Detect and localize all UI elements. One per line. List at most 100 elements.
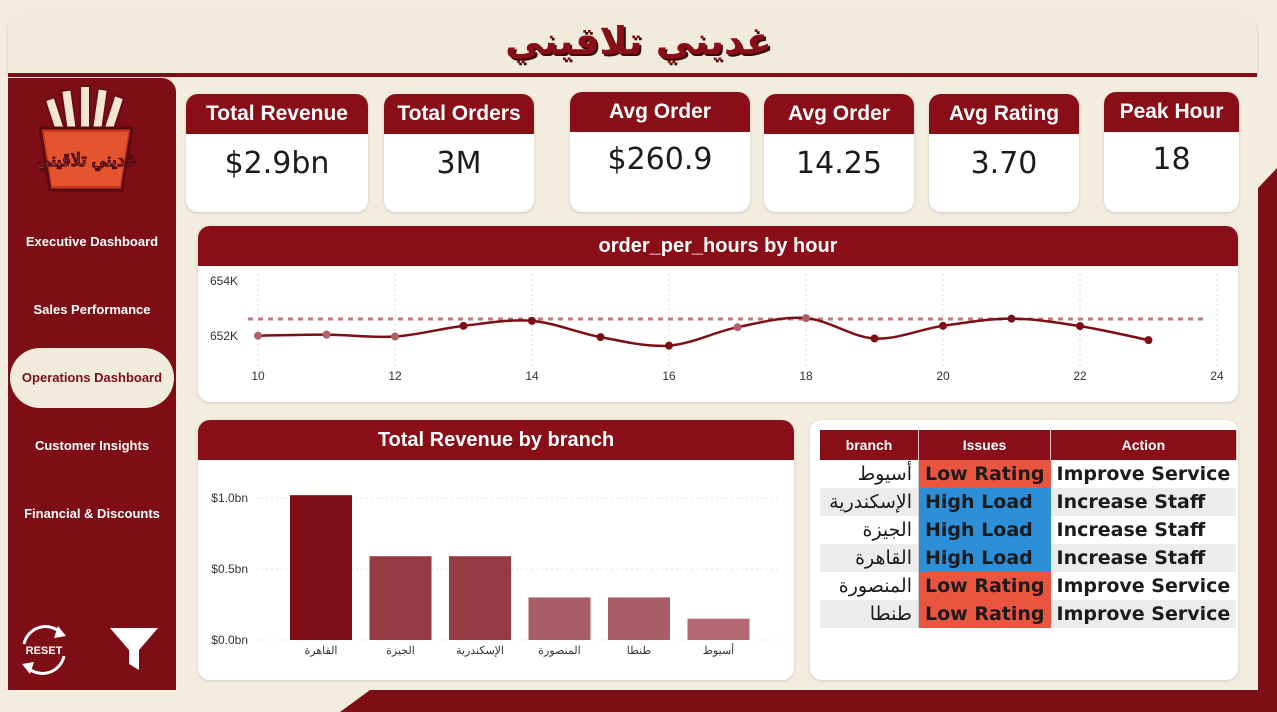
title-underline: [8, 73, 1257, 77]
x-tick-label: الجيزة: [386, 645, 415, 657]
x-tick-label: 10: [251, 369, 265, 383]
data-point[interactable]: [459, 321, 468, 330]
issue-cell: Low Rating: [917, 572, 1051, 600]
branch-cell: أسيوط: [857, 463, 912, 485]
data-point[interactable]: [391, 332, 399, 341]
kpi-total-orders-card: Total Orders 3M: [384, 94, 534, 212]
kpi-avg-order-value-card: Avg Order $260.9: [570, 92, 750, 212]
reset-icon: RESET: [22, 625, 66, 675]
data-point[interactable]: [596, 333, 605, 342]
chart-title: order_per_hours by hour: [198, 226, 1238, 266]
data-point[interactable]: [1144, 336, 1153, 345]
column-header-branch[interactable]: branch: [820, 430, 919, 460]
issue-cell: Low Rating: [917, 460, 1051, 488]
data-point[interactable]: [870, 334, 879, 343]
action-cell: Improve Service: [1050, 600, 1237, 628]
table-row: المنصورة Low Rating Improve Service: [820, 572, 1236, 600]
y-tick-label: 654K: [210, 274, 238, 288]
branch-cell: الإسكندرية: [820, 488, 919, 516]
nav-financial-discounts[interactable]: Financial & Discounts: [10, 496, 174, 532]
nav-customer-insights[interactable]: Customer Insights: [10, 428, 174, 464]
filter-button[interactable]: [108, 624, 160, 674]
x-tick-label: 20: [936, 369, 950, 383]
kpi-avg-order-items-card: Avg Order 14.25: [764, 94, 914, 212]
kpi-label: Avg Order: [570, 92, 750, 132]
decor-shape-bottom: [340, 690, 1277, 712]
nav-executive-dashboard[interactable]: Executive Dashboard: [10, 224, 174, 260]
bar[interactable]: [449, 556, 511, 640]
x-tick-label: المنصورة: [538, 645, 580, 657]
data-point[interactable]: [1076, 322, 1084, 331]
issue-cell: High Load: [917, 516, 1051, 544]
decor-shape-right: [1258, 168, 1277, 712]
x-tick-label: الإسكندرية: [456, 645, 504, 657]
x-tick-label: أسيوط: [703, 643, 734, 657]
data-point[interactable]: [939, 321, 947, 330]
action-cell: Increase Staff: [1050, 544, 1237, 572]
x-tick-label: 24: [1210, 369, 1224, 383]
reset-button[interactable]: RESET: [14, 620, 74, 680]
x-tick-label: طنطا: [627, 645, 652, 657]
data-point[interactable]: [733, 323, 742, 332]
bar[interactable]: [528, 597, 591, 640]
action-cell: Improve Service: [1056, 575, 1231, 597]
column-header-action[interactable]: Action: [1050, 430, 1237, 460]
data-point[interactable]: [528, 316, 536, 325]
y-tick-label: $0.0bn: [211, 633, 248, 647]
kpi-label: Avg Rating: [929, 94, 1079, 134]
x-tick-label: 14: [525, 369, 539, 383]
data-point[interactable]: [665, 341, 673, 350]
bar[interactable]: [369, 556, 432, 640]
bar[interactable]: [608, 597, 670, 640]
column-header-issues[interactable]: Issues: [918, 430, 1052, 460]
kpi-total-revenue-card: Total Revenue $2.9bn: [186, 94, 368, 212]
x-tick-label: القاهرة: [305, 645, 338, 657]
kpi-value: $260.9: [607, 142, 713, 177]
branch-cell: طنطا: [820, 600, 919, 628]
kpi-value: 14.25: [796, 146, 882, 181]
branch-cell: القاهرة: [820, 544, 919, 572]
x-tick-label: 12: [388, 369, 402, 383]
chart-title: Total Revenue by branch: [198, 420, 794, 460]
brand-logo: غديني تلاقيني: [28, 84, 144, 196]
kpi-label: Total Orders: [384, 94, 534, 134]
branch-cell: المنصورة: [838, 575, 912, 597]
nav-operations-dashboard[interactable]: Operations Dashboard: [10, 348, 174, 408]
x-tick-label: 16: [662, 369, 676, 383]
bar[interactable]: [687, 618, 750, 640]
branch-issues-table: branch Issues Action أسيوط Low Rating Impr…: [820, 430, 1237, 628]
kpi-value: 3.70: [970, 146, 1038, 181]
kpi-peak-hour-card: Peak Hour 18: [1104, 92, 1239, 212]
action-cell: Increase Staff: [1050, 488, 1237, 516]
kpi-value: $2.9bn: [224, 146, 330, 181]
kpi-value: 3M: [436, 146, 482, 181]
y-tick-label: $1.0bn: [211, 491, 248, 505]
y-tick-label: $0.5bn: [211, 562, 248, 576]
x-tick-label: 18: [799, 369, 813, 383]
reset-label: RESET: [26, 645, 63, 657]
table-row: أسيوط Low Rating Improve Service: [820, 460, 1236, 488]
action-cell: Improve Service: [1056, 463, 1231, 485]
kpi-label: Avg Order: [764, 94, 914, 134]
action-cell: Increase Staff: [1056, 519, 1206, 541]
branch-cell: الجيزة: [862, 519, 912, 541]
page-title: غديني تلاقيني: [505, 19, 772, 63]
data-point[interactable]: [322, 330, 331, 339]
table-row: الجيزة High Load Increase Staff: [820, 516, 1236, 544]
kpi-label: Total Revenue: [186, 94, 368, 134]
data-point[interactable]: [1007, 314, 1016, 323]
kpi-avg-rating-card: Avg Rating 3.70: [929, 94, 1079, 212]
data-point[interactable]: [254, 331, 262, 340]
kpi-value: 18: [1152, 142, 1191, 177]
nav-sales-performance[interactable]: Sales Performance: [10, 292, 174, 328]
table-row: القاهرة High Load Increase Staff: [820, 544, 1237, 572]
bar[interactable]: [290, 495, 352, 640]
logo-text: غديني تلاقيني: [36, 150, 136, 171]
y-tick-label: 652K: [210, 329, 238, 343]
filter-icon: [110, 628, 158, 670]
line-chart-plot: 10 12 14 16 18 20 22 24 652K 654K: [210, 274, 1224, 383]
bar-chart-plot: $0.0bn $0.5bn $1.0bn القاهرة الجيزة الإسكندري…: [211, 491, 778, 657]
data-point[interactable]: [802, 314, 810, 323]
table-header-row: branch Issues Action: [820, 430, 1237, 460]
series-line: [257, 316, 1149, 348]
